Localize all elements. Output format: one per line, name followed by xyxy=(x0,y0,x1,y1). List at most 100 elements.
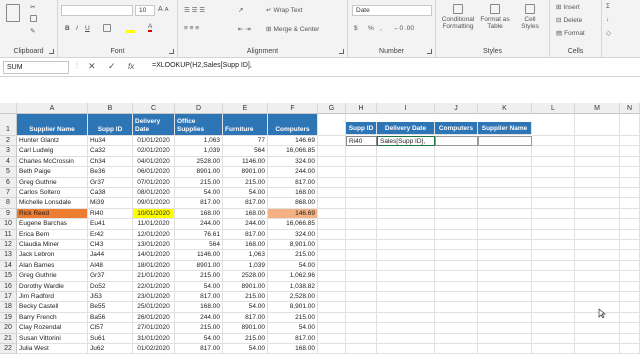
grid-cell[interactable] xyxy=(532,167,575,178)
delivery-date-cell[interactable]: 12/01/2020 xyxy=(133,229,175,240)
grid-cell[interactable] xyxy=(346,219,377,230)
grid-cell[interactable] xyxy=(620,177,640,188)
grid-cell[interactable] xyxy=(620,219,640,230)
column-header[interactable]: H xyxy=(346,103,377,114)
value-cell[interactable]: 324.00 xyxy=(268,229,318,240)
value-cell[interactable]: 54.00 xyxy=(223,302,268,313)
grid-cell[interactable] xyxy=(575,344,620,355)
row-header[interactable]: 18 xyxy=(0,302,17,313)
supplier-name-cell[interactable]: Julia West xyxy=(17,344,88,355)
row-header[interactable]: 17 xyxy=(0,292,17,303)
grid-cell[interactable] xyxy=(620,208,640,220)
grid-cell[interactable] xyxy=(318,208,346,220)
grid-cell[interactable] xyxy=(346,229,377,240)
supplier-name-cell[interactable]: Michelle Lonsdale xyxy=(17,198,88,209)
value-cell[interactable]: 8901.00 xyxy=(223,323,268,334)
grid-cell[interactable] xyxy=(346,344,377,355)
format-painter-button[interactable]: ✎ xyxy=(30,27,35,35)
grid-cell[interactable] xyxy=(575,240,620,251)
supp-id-cell[interactable]: Ri40 xyxy=(88,208,133,220)
grid-cell[interactable] xyxy=(346,208,377,220)
grid-cell[interactable] xyxy=(346,260,377,272)
value-cell[interactable]: 817.00 xyxy=(175,198,223,209)
grid-cell[interactable] xyxy=(318,333,346,344)
grid-cell[interactable] xyxy=(575,188,620,199)
grid-cell[interactable] xyxy=(377,271,435,282)
grid-cell[interactable] xyxy=(377,260,435,272)
wrap-text-button[interactable]: ↵ Wrap Text xyxy=(266,6,302,15)
grid-cell[interactable] xyxy=(377,146,435,157)
grid-cell[interactable] xyxy=(478,156,532,168)
grid-cell[interactable] xyxy=(620,260,640,272)
grid-cell[interactable] xyxy=(620,188,640,199)
grid-cell[interactable] xyxy=(377,188,435,199)
grid-cell[interactable] xyxy=(435,208,478,220)
value-cell[interactable]: 8901.00 xyxy=(175,167,223,178)
grid-cell[interactable] xyxy=(318,260,346,272)
supplier-name-cell[interactable]: Jim Radford xyxy=(17,292,88,303)
supplier-name-cell[interactable]: Becky Castell xyxy=(17,302,88,313)
grid-cell[interactable] xyxy=(318,312,346,324)
grid-cell[interactable] xyxy=(532,188,575,199)
grid-cell[interactable] xyxy=(346,292,377,303)
grid-cell[interactable] xyxy=(478,177,532,188)
supp-id-cell[interactable]: Er42 xyxy=(88,229,133,240)
grid-cell[interactable] xyxy=(620,323,640,334)
value-cell[interactable]: 564 xyxy=(175,240,223,251)
grow-font-button[interactable]: AA xyxy=(158,6,169,13)
grid-cell[interactable] xyxy=(346,188,377,199)
supp-id-cell[interactable]: Mi39 xyxy=(88,198,133,209)
grid-cell[interactable] xyxy=(377,198,435,209)
grid-cell[interactable] xyxy=(318,240,346,251)
grid-cell[interactable] xyxy=(318,323,346,334)
column-header[interactable]: L xyxy=(532,103,575,114)
grid-cell[interactable] xyxy=(346,156,377,168)
supp-id-cell[interactable]: Cl57 xyxy=(88,323,133,334)
grid-cell[interactable] xyxy=(620,156,640,168)
grid-cell[interactable] xyxy=(377,208,435,220)
column-header[interactable]: D xyxy=(175,103,223,114)
grid-cell[interactable] xyxy=(346,312,377,324)
grid-cell[interactable] xyxy=(377,344,435,355)
delivery-date-cell[interactable]: 18/01/2020 xyxy=(133,260,175,272)
row-header[interactable]: 22 xyxy=(0,344,17,355)
column-header[interactable]: C xyxy=(133,103,175,114)
value-cell[interactable]: 1,038.82 xyxy=(268,281,318,292)
grid-cell[interactable] xyxy=(435,136,478,147)
grid-cell[interactable] xyxy=(620,292,640,303)
value-cell[interactable]: 16,066.85 xyxy=(268,219,318,230)
supplier-name-cell[interactable]: Clay Rozendal xyxy=(17,323,88,334)
copy-button[interactable] xyxy=(30,15,37,22)
cut-button[interactable]: ✂ xyxy=(30,3,35,11)
row-header[interactable]: 8 xyxy=(0,198,17,209)
value-cell[interactable]: 215.00 xyxy=(268,312,318,324)
grid-cell[interactable] xyxy=(532,250,575,261)
grid-cell[interactable] xyxy=(318,271,346,282)
row-header[interactable]: 10 xyxy=(0,219,17,230)
grid-cell[interactable] xyxy=(318,167,346,178)
supplier-name-cell[interactable]: Greg Guthrie xyxy=(17,177,88,188)
supplier-name-cell[interactable]: Rick Reed xyxy=(17,208,88,220)
delivery-date-cell[interactable]: 27/01/2020 xyxy=(133,323,175,334)
orientation-button[interactable]: ↗ xyxy=(238,6,243,14)
delivery-date-cell[interactable]: 23/01/2020 xyxy=(133,292,175,303)
grid-cell[interactable] xyxy=(532,323,575,334)
merge-center-button[interactable]: ⊞ Merge & Center xyxy=(266,25,319,34)
value-cell[interactable]: 868.00 xyxy=(268,198,318,209)
supp-id-cell[interactable]: Al48 xyxy=(88,260,133,272)
grid-cell[interactable] xyxy=(377,167,435,178)
delivery-date-cell[interactable]: 07/01/2020 xyxy=(133,177,175,188)
column-header[interactable]: E xyxy=(223,103,268,114)
grid-cell[interactable] xyxy=(620,302,640,313)
grid-cell[interactable] xyxy=(478,292,532,303)
row-header[interactable]: 2 xyxy=(0,136,17,147)
grid-cell[interactable] xyxy=(620,198,640,209)
grid-cell[interactable] xyxy=(620,333,640,344)
grid-cell[interactable] xyxy=(435,312,478,324)
grid-cell[interactable] xyxy=(478,208,532,220)
font-size-box[interactable]: 10 xyxy=(135,5,155,16)
grid-cell[interactable] xyxy=(620,114,640,136)
row-header[interactable]: 6 xyxy=(0,177,17,188)
value-cell[interactable]: 817.00 xyxy=(223,229,268,240)
accounting-button[interactable]: $ xyxy=(354,25,358,32)
